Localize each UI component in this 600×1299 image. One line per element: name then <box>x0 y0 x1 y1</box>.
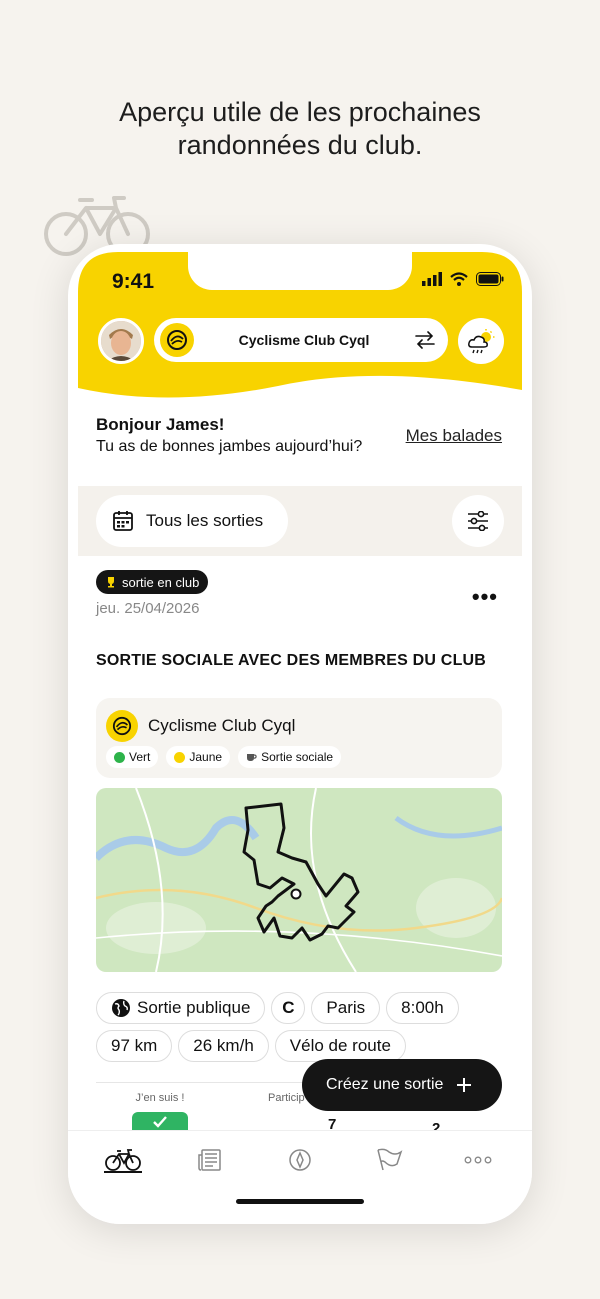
tag-vert: Vert <box>106 746 159 768</box>
filter-settings-button[interactable] <box>452 495 504 547</box>
tab-news[interactable] <box>190 1145 230 1175</box>
trophy-icon <box>108 577 114 588</box>
phone-frame: 9:41 Cyclisme Club Cyql Bonjour James! T… <box>68 244 532 1224</box>
tag-jaune: Jaune <box>166 746 231 768</box>
tab-bar <box>68 1130 532 1224</box>
green-dot-icon <box>114 751 125 763</box>
ride-badge-label: sortie en club <box>122 574 200 590</box>
tag-label: Vert <box>129 750 151 764</box>
participants-label: Particip <box>268 1092 305 1104</box>
create-ride-button[interactable]: Créez une sortie <box>302 1059 502 1111</box>
avatar[interactable] <box>98 318 144 364</box>
signal-icon <box>422 272 442 286</box>
club-logo-icon <box>160 323 194 357</box>
ride-details: Sortie publique C Paris 8:00h 97 km 26 k… <box>96 992 516 1068</box>
tag-label: Sortie sociale <box>261 750 334 764</box>
bike-icon <box>105 1149 141 1171</box>
club-logo-icon <box>106 710 138 742</box>
plus-icon <box>457 1078 472 1092</box>
location-chip: Paris <box>311 992 381 1024</box>
club-switcher[interactable]: Cyclisme Club Cyql <box>154 318 448 362</box>
tab-challenges[interactable] <box>369 1145 409 1175</box>
greeting-title: Bonjour James! <box>96 415 225 434</box>
bike-type-chip: Vélo de route <box>274 1030 406 1062</box>
tag-label: Jaune <box>189 750 223 764</box>
speed-chip: 26 km/h <box>178 1030 269 1062</box>
club-name: Cyclisme Club Cyql <box>238 332 370 348</box>
weather-cloud-sun-icon <box>468 329 495 354</box>
all-rides-label: Tous les sorties <box>146 511 264 530</box>
promo-headline: Aperçu utile de les prochaines randonnée… <box>0 96 600 162</box>
sliders-icon <box>468 511 488 531</box>
flag-icon <box>377 1148 403 1171</box>
greeting-subtitle: Tu as de bonnes jambes aujourd’hui? <box>96 438 363 455</box>
filter-bar: Tous les sorties <box>78 486 522 556</box>
tab-more[interactable] <box>458 1145 498 1175</box>
greeting: Bonjour James! Tu as de bonnes jambes au… <box>96 414 362 457</box>
tag-sortie-sociale: Sortie sociale <box>238 746 342 768</box>
news-icon <box>198 1149 221 1171</box>
tab-explore[interactable] <box>280 1145 320 1175</box>
swap-icon <box>415 331 435 349</box>
join-label: J’en suis ! <box>135 1092 185 1104</box>
visibility-label: Sortie publique <box>137 998 251 1017</box>
ride-date: jeu. 25/04/2026 <box>96 600 200 617</box>
more-icon <box>464 1156 492 1164</box>
start-time-chip: 8:00h <box>386 992 459 1024</box>
calendar-icon <box>113 511 133 531</box>
ride-more-options-icon[interactable]: ••• <box>472 584 498 610</box>
mes-balades-link[interactable]: Mes balades <box>406 426 502 446</box>
visibility-chip: Sortie publique <box>96 992 266 1024</box>
active-tab-indicator <box>104 1171 142 1173</box>
ride-tags: Vert Jaune Sortie sociale <box>106 746 342 768</box>
promo-headline-line2: randonnées du club. <box>177 130 423 160</box>
weather-button[interactable] <box>458 318 504 364</box>
create-ride-label: Créez une sortie <box>326 1076 444 1093</box>
battery-icon <box>476 272 504 286</box>
level-chip: C <box>271 992 306 1024</box>
status-time: 9:41 <box>112 270 155 293</box>
wifi-icon <box>450 272 468 286</box>
avatar-face-icon <box>101 321 141 361</box>
yellow-dot-icon <box>174 751 186 763</box>
ride-club-name: Cyclisme Club Cyql <box>148 716 296 735</box>
route-map[interactable] <box>96 788 502 972</box>
all-rides-filter-button[interactable]: Tous les sorties <box>96 495 288 547</box>
status-icons <box>422 272 504 286</box>
phone-notch <box>188 244 412 290</box>
check-icon <box>153 1116 167 1128</box>
ride-club-card[interactable]: Cyclisme Club Cyql Vert Jaune Sortie soc… <box>96 698 502 778</box>
ride-type-badge: sortie en club <box>96 570 209 594</box>
globe-icon <box>112 999 130 1017</box>
promo-headline-line1: Aperçu utile de les prochaines <box>119 97 481 127</box>
coffee-icon <box>247 754 257 761</box>
distance-chip: 97 km <box>96 1030 173 1062</box>
compass-icon <box>289 1149 311 1171</box>
home-indicator <box>236 1199 364 1204</box>
ride-title: SORTIE SOCIALE AVEC DES MEMBRES DU CLUB <box>96 652 487 669</box>
